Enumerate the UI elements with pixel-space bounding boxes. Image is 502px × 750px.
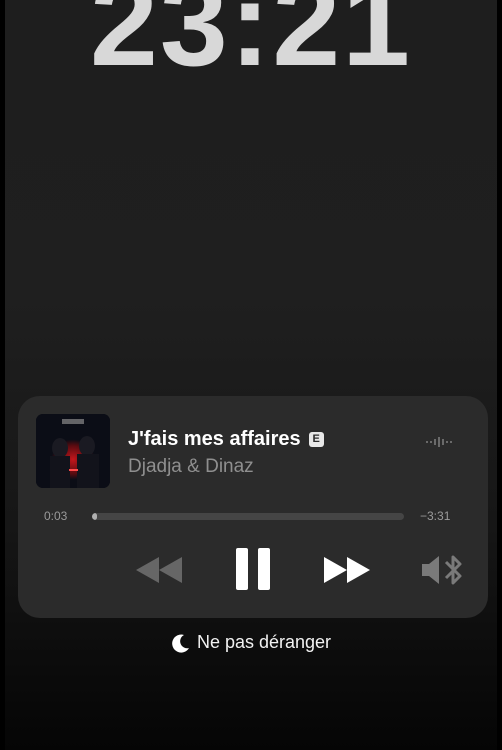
track-title: J'fais mes affaires E xyxy=(128,428,324,451)
lockscreen-clock: 23:21 xyxy=(89,0,413,91)
now-playing-widget[interactable]: J'fais mes affaires E Djadja & Dinaz 0:0… xyxy=(18,396,488,618)
focus-mode-indicator[interactable]: Ne pas déranger xyxy=(0,632,502,653)
elapsed-time: 0:03 xyxy=(44,509,68,523)
explicit-badge: E xyxy=(308,432,324,447)
remaining-time: −3:31 xyxy=(420,509,451,523)
track-title-text: J'fais mes affaires xyxy=(128,428,301,450)
progress-scrubber[interactable] xyxy=(92,513,404,520)
progress-fill xyxy=(92,513,97,520)
pause-icon[interactable] xyxy=(236,548,270,590)
moon-icon xyxy=(172,634,189,653)
track-artist: Djadja & Dinaz xyxy=(128,456,254,477)
album-art[interactable] xyxy=(36,414,110,488)
rewind-icon[interactable] xyxy=(136,557,182,583)
speaker-bluetooth-icon[interactable] xyxy=(420,552,466,588)
album-cover-image xyxy=(36,414,110,488)
waveform-icon xyxy=(426,437,452,447)
fast-forward-icon[interactable] xyxy=(324,557,370,583)
focus-mode-label: Ne pas déranger xyxy=(196,632,332,652)
